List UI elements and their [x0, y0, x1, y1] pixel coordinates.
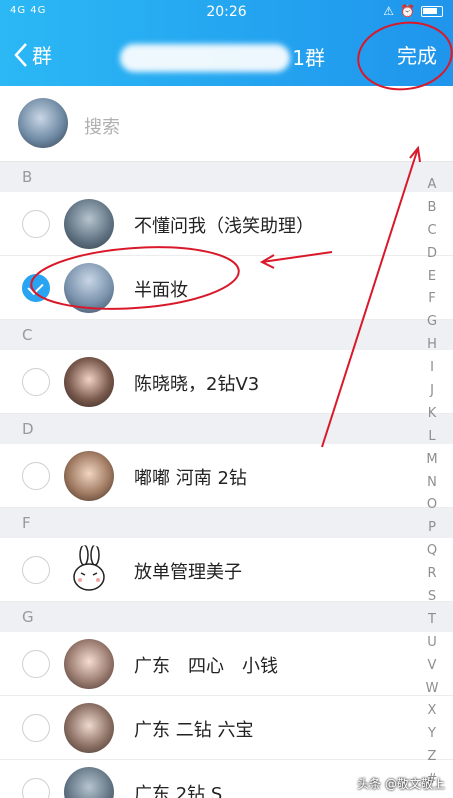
index-letter-h[interactable]: H [421, 334, 443, 357]
index-letter-j[interactable]: J [421, 380, 443, 403]
index-letter-k[interactable]: K [421, 403, 443, 426]
avatar [18, 98, 68, 148]
index-letter-o[interactable]: O [421, 494, 443, 517]
index-letter-c[interactable]: C [421, 220, 443, 243]
member-name: 放单管理美子 [134, 562, 242, 583]
avatar [64, 357, 114, 407]
status-icons: ⚠ ⏰ [383, 4, 443, 18]
checkbox[interactable] [22, 556, 50, 584]
index-letter-y[interactable]: Y [421, 723, 443, 746]
checkbox[interactable] [22, 462, 50, 490]
section-header-b: B [0, 162, 453, 192]
search-input[interactable]: 搜索 [84, 113, 120, 139]
watermark: 头条 @敬文敬上 [357, 777, 445, 791]
list-item[interactable]: 放单管理美子 [0, 538, 453, 602]
done-button[interactable]: 完成 [397, 40, 437, 69]
search-row[interactable]: 搜索 [0, 86, 453, 162]
index-letter-s[interactable]: S [421, 586, 443, 609]
member-name: 广东 2钻 S [134, 784, 223, 798]
checkbox[interactable] [22, 650, 50, 678]
index-letter-p[interactable]: P [421, 517, 443, 540]
index-letter-d[interactable]: D [421, 243, 443, 266]
list-item[interactable]: 陈晓晓，2钻V3 [0, 350, 453, 414]
avatar [64, 703, 114, 753]
avatar [64, 451, 114, 501]
index-letter-a[interactable]: A [421, 174, 443, 197]
index-letter-v[interactable]: V [421, 655, 443, 678]
index-letter-w[interactable]: W [421, 678, 443, 701]
index-letter-i[interactable]: I [421, 357, 443, 380]
section-header-d: D [0, 414, 453, 444]
section-header-c: C [0, 320, 453, 350]
status-bar: 4G 4G 20:26 ⚠ ⏰ [0, 0, 453, 26]
avatar [64, 639, 114, 689]
index-letter-q[interactable]: Q [421, 540, 443, 563]
back-label: 群 [32, 44, 52, 68]
member-name: 嘟嘟 河南 2钻 [134, 468, 247, 489]
member-name: 广东 二钻 六宝 [134, 720, 254, 741]
index-letter-m[interactable]: M [421, 449, 443, 472]
index-letter-r[interactable]: R [421, 563, 443, 586]
checkbox-checked[interactable] [22, 274, 50, 302]
member-name: 半面妆 [134, 280, 188, 301]
index-letter-g[interactable]: G [421, 311, 443, 334]
bunny-avatar-icon [73, 545, 105, 591]
index-letter-f[interactable]: F [421, 288, 443, 311]
nav-bar: 群 1群 完成 [0, 26, 453, 86]
avatar [64, 199, 114, 249]
index-letter-z[interactable]: Z [421, 746, 443, 769]
battery-icon [421, 5, 443, 17]
avatar [64, 545, 114, 595]
avatar [64, 263, 114, 313]
back-button[interactable]: 群 [12, 40, 52, 69]
member-name: 不懂问我（浅笑助理） [134, 216, 314, 237]
avatar [64, 767, 114, 798]
section-header-g: G [0, 602, 453, 632]
index-letter-n[interactable]: N [421, 472, 443, 495]
clock-icon: ⏰ [400, 4, 415, 18]
list-item[interactable]: 广东 二钻 六宝 [0, 696, 453, 760]
checkbox[interactable] [22, 368, 50, 396]
checkbox[interactable] [22, 210, 50, 238]
chevron-left-icon [14, 42, 27, 67]
list-item[interactable]: 半面妆 [0, 256, 453, 320]
redaction-mask [120, 44, 290, 72]
section-header-f: F [0, 508, 453, 538]
member-name: 陈晓晓，2钻V3 [134, 374, 260, 395]
index-letter-x[interactable]: X [421, 700, 443, 723]
member-list: B 不懂问我（浅笑助理） 半面妆 C 陈晓晓，2钻V3 D 嘟嘟 河南 2钻 F [0, 162, 453, 798]
alphabet-index-bar[interactable]: A B C D E F G H I J K L M N O P Q R S T U V W X Y Z # [421, 174, 443, 792]
index-letter-b[interactable]: B [421, 197, 443, 220]
checkbox[interactable] [22, 714, 50, 742]
alarm-icon: ⚠ [383, 4, 395, 18]
member-name: 广东 四心 小钱 [134, 656, 278, 677]
index-letter-t[interactable]: T [421, 609, 443, 632]
index-letter-u[interactable]: U [421, 632, 443, 655]
list-item[interactable]: 嘟嘟 河南 2钻 [0, 444, 453, 508]
index-letter-l[interactable]: L [421, 426, 443, 449]
index-letter-e[interactable]: E [421, 266, 443, 289]
list-item[interactable]: 广东 四心 小钱 [0, 632, 453, 696]
checkbox[interactable] [22, 778, 50, 798]
list-item[interactable]: 不懂问我（浅笑助理） [0, 192, 453, 256]
